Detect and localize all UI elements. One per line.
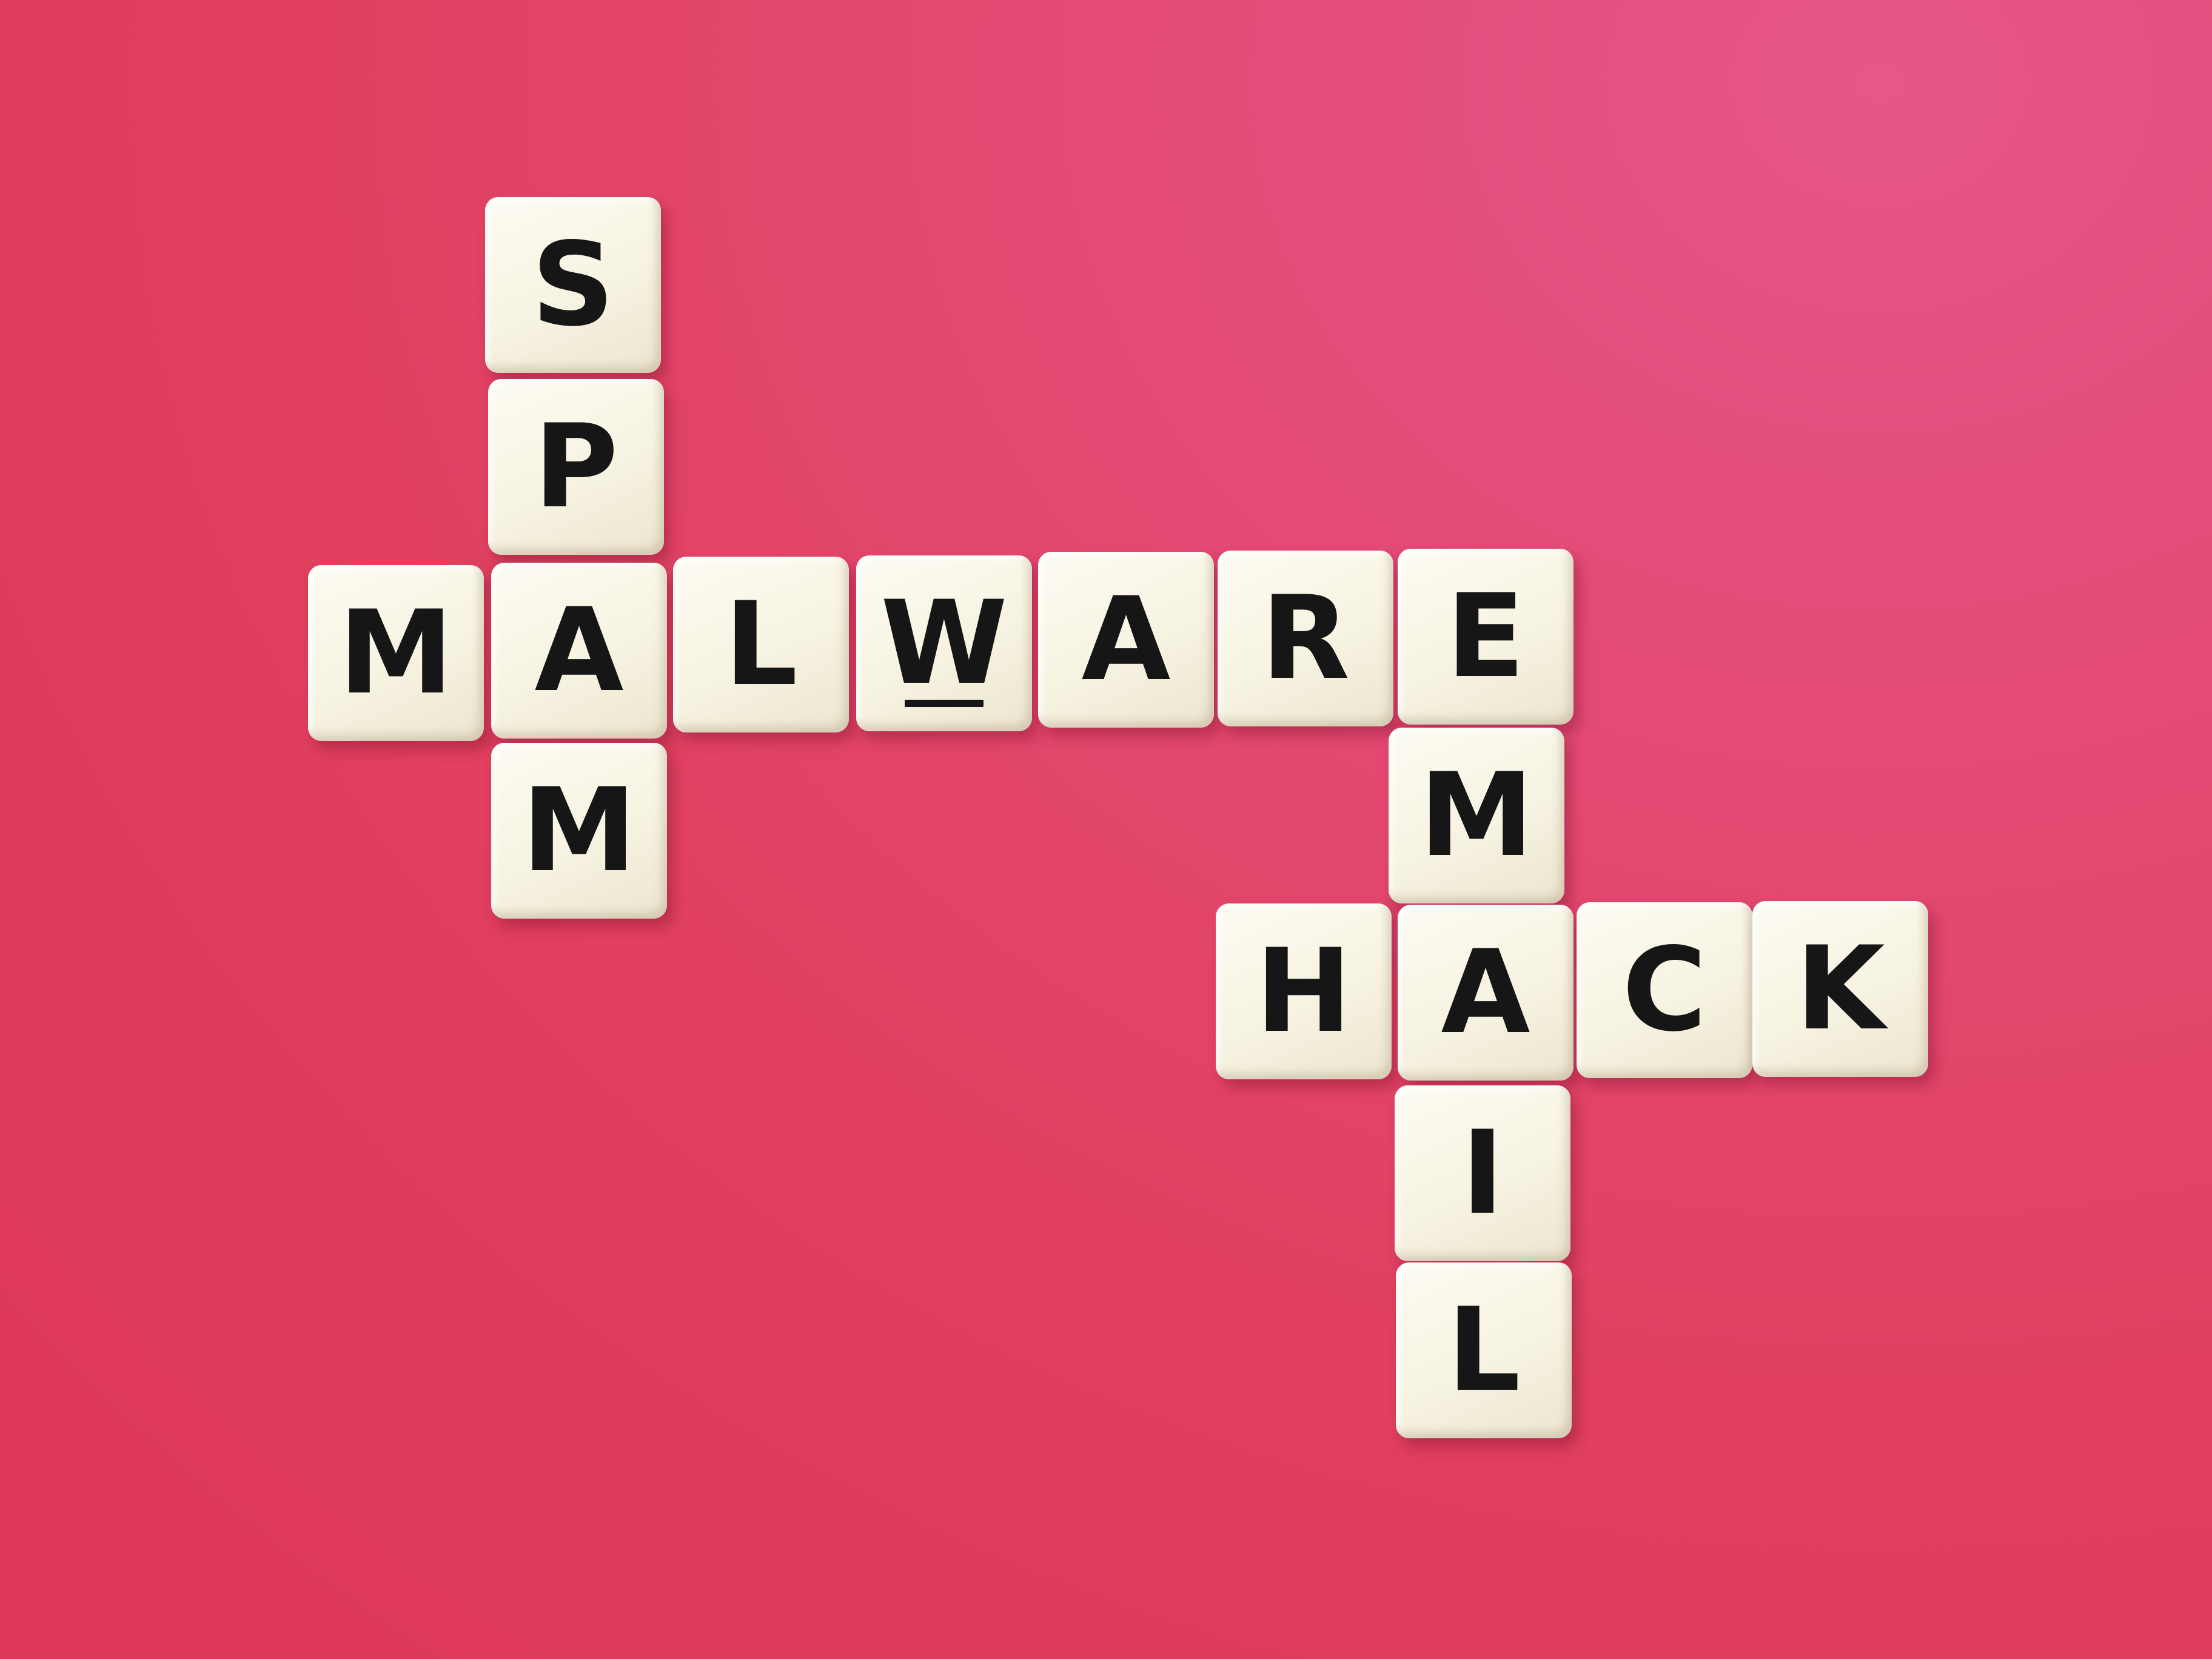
tile-letter: M bbox=[1419, 748, 1534, 882]
tile-letter: A bbox=[534, 583, 624, 717]
tile-malware-m: M bbox=[308, 565, 484, 741]
tile-hack-k: K bbox=[1752, 901, 1928, 1077]
tile-letter: H bbox=[1255, 924, 1352, 1058]
tile-letter: E bbox=[1446, 569, 1525, 703]
tile-spam-m: M bbox=[491, 743, 667, 919]
tile-letter: A bbox=[1441, 925, 1530, 1059]
tile-hack-c: C bbox=[1577, 902, 1752, 1078]
tile-spam-p: P bbox=[488, 379, 664, 555]
tile-letter: R bbox=[1261, 571, 1350, 705]
tile-hack-email-a: A bbox=[1398, 905, 1574, 1081]
tile-letter: S bbox=[531, 218, 615, 352]
tile-malware-email-e: E bbox=[1398, 549, 1574, 725]
tile-spam-s: S bbox=[485, 197, 661, 373]
tile-letter: M bbox=[338, 586, 454, 720]
tile-spam-malware-a: A bbox=[491, 563, 667, 739]
tile-malware-r: R bbox=[1218, 551, 1393, 726]
tile-malware-w: W bbox=[856, 555, 1032, 731]
tile-letter: K bbox=[1795, 922, 1885, 1056]
tile-letter: L bbox=[724, 577, 798, 711]
tile-hack-h: H bbox=[1216, 903, 1392, 1079]
tile-email-l: L bbox=[1396, 1262, 1572, 1438]
tile-letter: M bbox=[521, 763, 637, 897]
tile-malware-l: L bbox=[673, 557, 849, 732]
tile-letter: W bbox=[880, 576, 1008, 710]
tile-email-i: I bbox=[1395, 1085, 1570, 1261]
tile-malware-a: A bbox=[1038, 552, 1214, 728]
tile-letter: P bbox=[534, 400, 618, 534]
tile-letter: I bbox=[1461, 1106, 1504, 1240]
tile-letter: L bbox=[1447, 1283, 1521, 1417]
crossword-tile-board: S P M A L W A R E M M H A C K I L bbox=[0, 0, 2212, 1659]
tile-email-m: M bbox=[1389, 728, 1564, 903]
tile-letter: C bbox=[1622, 923, 1707, 1057]
tile-letter: A bbox=[1081, 572, 1171, 706]
letter-underline-mark bbox=[905, 700, 984, 707]
